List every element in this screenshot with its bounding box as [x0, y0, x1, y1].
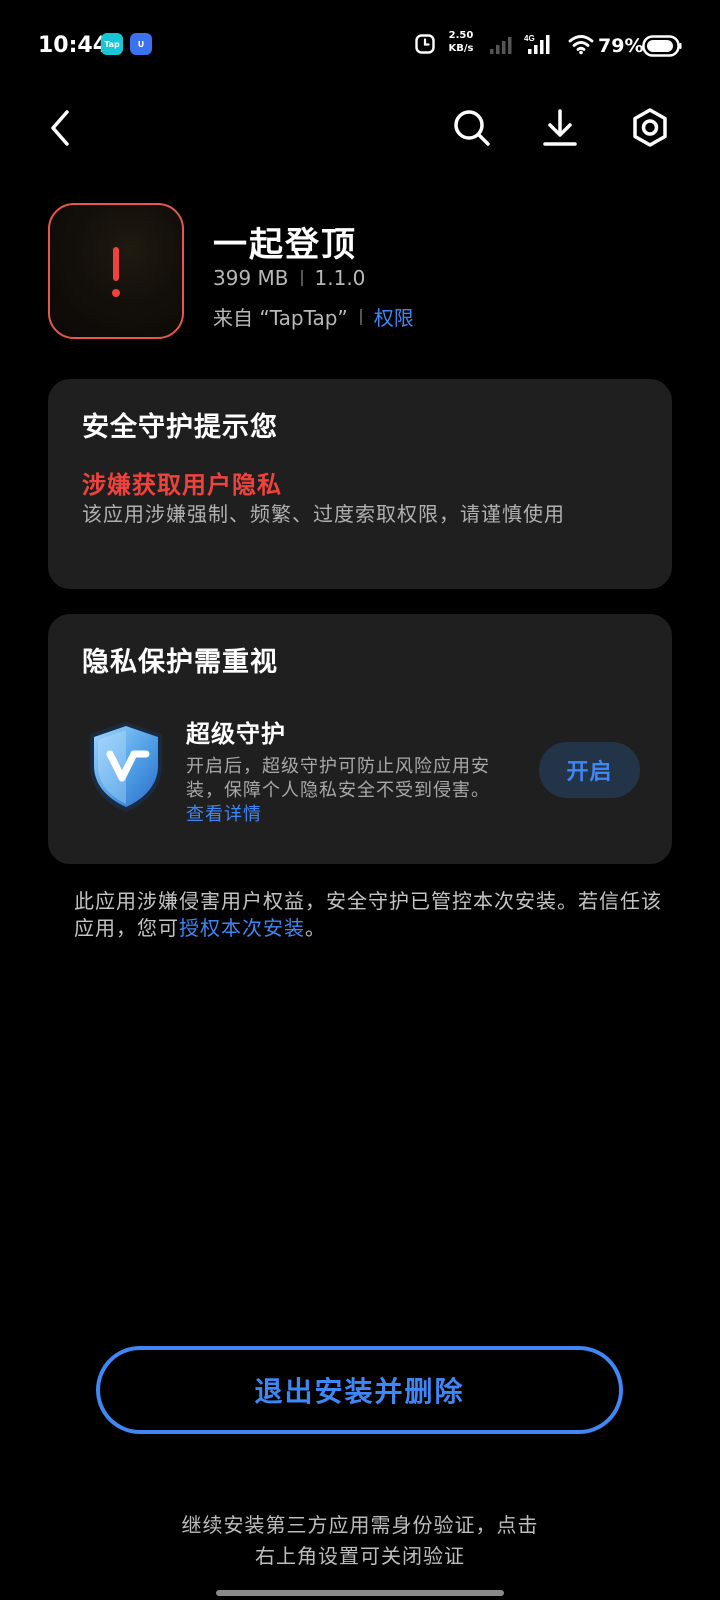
app-meta: 399 MB 1.1.0	[213, 266, 365, 290]
signal-sim1-icon	[490, 36, 516, 58]
super-guard-title: 超级守护	[186, 720, 286, 748]
taptap-notification-icon: Tap	[101, 33, 123, 55]
settings-icon	[630, 107, 670, 153]
risk-description: 该应用涉嫌强制、频繁、过度索取权限，请谨慎使用	[82, 502, 565, 526]
privacy-protection-card: 隐私保护需重视 超级守护 开启后，超级守护可防止风险应用安装，保障个人隐私安全不…	[48, 614, 672, 864]
warning-exclamation-icon	[50, 205, 182, 337]
network-speed-unit: KB/s	[448, 43, 474, 54]
permissions-link[interactable]: 权限	[374, 302, 414, 331]
exit-and-delete-button[interactable]: 退出安装并删除	[96, 1346, 623, 1434]
back-button[interactable]	[38, 108, 82, 152]
back-icon	[47, 108, 73, 152]
footer-line-2: 右上角设置可关闭验证	[255, 1544, 465, 1568]
authorize-install-link[interactable]: 授权本次安装	[179, 916, 305, 940]
app-source-row: 来自 “TapTap” 权限	[213, 302, 414, 331]
notice-text-end: 。	[305, 916, 326, 940]
search-button[interactable]	[450, 108, 494, 152]
battery-percentage: 79%	[598, 35, 644, 57]
notice-text: 此应用涉嫌侵害用户权益，安全守护已管控本次安装。若信任该应用，您可	[74, 889, 662, 940]
search-icon	[452, 108, 492, 152]
status-bar: 10:44 Tap U 2.50 KB/s 4G 79%	[0, 26, 720, 66]
app-icon	[48, 203, 184, 339]
alarm-clock-icon	[415, 34, 435, 58]
risk-title: 涉嫌获取用户隐私	[82, 471, 282, 499]
privacy-card-title: 隐私保护需重视	[82, 647, 278, 678]
network-speed: 2.50 KB/s	[446, 29, 476, 55]
network-type-label: 4G	[524, 34, 535, 43]
super-guard-description: 开启后，超级守护可防止风险应用安装，保障个人隐私安全不受到侵害。查看详情	[186, 755, 496, 827]
view-details-link[interactable]: 查看详情	[186, 804, 262, 825]
meta-divider	[300, 270, 303, 286]
network-speed-value: 2.50	[448, 30, 474, 41]
app-size: 399 MB	[213, 266, 289, 290]
wifi-icon	[568, 33, 594, 59]
download-icon	[542, 108, 578, 152]
super-guard-description-text: 开启后，超级守护可防止风险应用安装，保障个人隐私安全不受到侵害。	[186, 756, 490, 801]
download-button[interactable]	[538, 108, 582, 152]
app-name: 一起登顶	[213, 225, 357, 265]
install-control-notice: 此应用涉嫌侵害用户权益，安全守护已管控本次安装。若信任该应用，您可授权本次安装。	[74, 888, 674, 942]
footer-line-1: 继续安装第三方应用需身份验证，点击	[181, 1513, 539, 1537]
settings-button[interactable]	[628, 108, 672, 152]
app-version: 1.1.0	[314, 266, 366, 290]
home-indicator[interactable]	[216, 1590, 504, 1596]
footer-note: 继续安装第三方应用需身份验证，点击 右上角设置可关闭验证	[0, 1510, 720, 1572]
security-card-title: 安全守护提示您	[82, 412, 278, 443]
status-time: 10:44	[38, 33, 109, 58]
shield-icon	[84, 718, 168, 820]
enable-super-guard-button[interactable]: 开启	[539, 742, 640, 798]
app-source: 来自 “TapTap”	[213, 306, 348, 330]
security-warning-card: 安全守护提示您 涉嫌获取用户隐私 该应用涉嫌强制、频繁、过度索取权限，请谨慎使用	[48, 379, 672, 589]
meta-divider	[359, 308, 362, 325]
battery-icon	[642, 35, 682, 61]
security-notification-icon: U	[130, 33, 152, 55]
signal-sim2-icon: 4G	[524, 34, 554, 58]
